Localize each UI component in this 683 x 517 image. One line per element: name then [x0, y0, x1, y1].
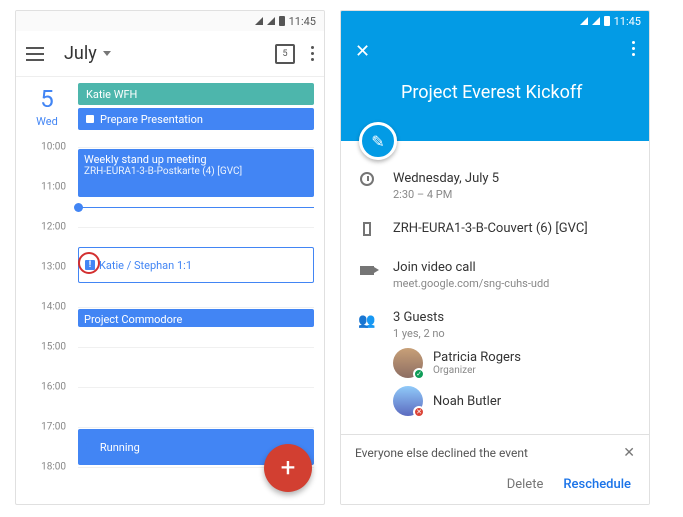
now-indicator-line — [78, 207, 314, 208]
room-text: ZRH-EURA1-3-B-Couvert (6) [GVC] — [393, 221, 633, 240]
allday-events: Katie WFH Prepare Presentation — [78, 83, 324, 133]
more-options-icon[interactable] — [632, 41, 635, 62]
signal-icon — [580, 17, 588, 25]
menu-icon[interactable] — [26, 47, 44, 61]
event-standup[interactable]: Weekly stand up meeting ZRH-EURA1-3-B-Po… — [78, 149, 314, 197]
event-one-on-one[interactable]: ! Katie / Stephan 1:1 — [78, 247, 314, 283]
month-label: July — [64, 43, 97, 64]
allday-event[interactable]: Katie WFH — [78, 83, 314, 105]
status-badge-declined: ✕ — [413, 406, 425, 418]
now-indicator-dot — [74, 203, 83, 212]
month-picker[interactable]: July — [64, 43, 111, 64]
room-icon — [363, 222, 371, 236]
footer: Everyone else declined the event ✕ Delet… — [341, 434, 649, 504]
pencil-icon: ✎ — [371, 132, 384, 151]
reschedule-button[interactable]: Reschedule — [563, 477, 631, 492]
event-detail-view: 11:45 ✕ Project Everest Kickoff ✎ Wednes… — [340, 10, 650, 505]
battery-icon — [279, 16, 285, 26]
status-bar: 11:45 — [341, 11, 649, 31]
guest-name: Noah Butler — [433, 394, 501, 409]
people-icon: 👥 — [358, 313, 375, 329]
wifi-icon — [267, 17, 275, 25]
event-title: Running — [100, 441, 140, 454]
plus-icon: + — [281, 453, 296, 483]
guest-row[interactable]: ✕ Noah Butler — [393, 386, 633, 416]
guest-name: Patricia Rogers — [433, 350, 521, 365]
delete-button[interactable]: Delete — [507, 477, 544, 492]
more-options-icon[interactable] — [311, 46, 314, 61]
video-icon — [360, 266, 374, 275]
create-event-fab[interactable]: + — [264, 444, 312, 492]
detail-guests[interactable]: 👥 3 Guests 1 yes, 2 no — [357, 310, 633, 340]
status-bar: 11:45 — [16, 11, 324, 31]
clock-text: 11:45 — [614, 15, 641, 28]
event-location: ZRH-EURA1-3-B-Postkarte (4) [GVC] — [84, 166, 308, 177]
presentation-icon — [86, 115, 94, 123]
signal-icon — [255, 17, 263, 25]
video-url: meet.google.com/sng-cuhs-udd — [393, 277, 633, 290]
day-number: 5 — [16, 85, 78, 113]
clock-icon — [360, 172, 374, 186]
guest-role: Organizer — [433, 365, 521, 376]
event-time: 2:30 – 4 PM — [393, 188, 633, 201]
detail-room[interactable]: ZRH-EURA1-3-B-Couvert (6) [GVC] — [357, 221, 633, 240]
detail-video[interactable]: Join video call meet.google.com/sng-cuhs… — [357, 260, 633, 290]
decline-notice: Everyone else declined the event ✕ — [341, 435, 649, 471]
avatar: ✓ — [393, 348, 423, 378]
event-date: Wednesday, July 5 — [393, 171, 633, 186]
dismiss-notice-button[interactable]: ✕ — [623, 445, 635, 461]
event-title: Project Everest Kickoff — [341, 72, 649, 103]
event-title: Katie / Stephan 1:1 — [99, 259, 192, 272]
today-button[interactable]: 5 — [275, 44, 295, 64]
allday-event[interactable]: Prepare Presentation — [78, 108, 314, 130]
guest-row[interactable]: ✓ Patricia Rogers Organizer — [393, 348, 633, 378]
battery-icon — [604, 16, 610, 26]
flag-icon: ⚑ — [84, 441, 94, 454]
event-title: Weekly stand up meeting — [84, 153, 308, 166]
video-label: Join video call — [393, 260, 633, 275]
timeline[interactable]: 10:00 11:00 12:00 13:00 14:00 15:00 16:0… — [16, 137, 324, 497]
guests-status: 1 yes, 2 no — [393, 327, 633, 340]
chevron-down-icon — [103, 51, 111, 56]
detail-time: Wednesday, July 5 2:30 – 4 PM — [357, 171, 633, 201]
event-title: Project Commodore — [84, 313, 182, 326]
event-details: Wednesday, July 5 2:30 – 4 PM ZRH-EURA1-… — [341, 141, 649, 416]
edit-event-fab[interactable]: ✎ — [359, 122, 397, 160]
annotation-circle — [78, 252, 100, 274]
day-label: 5 Wed — [16, 83, 78, 133]
event-commodore[interactable]: Project Commodore — [78, 309, 314, 327]
notice-text: Everyone else declined the event — [355, 446, 528, 460]
close-button[interactable]: ✕ — [355, 41, 370, 62]
wifi-icon — [592, 17, 600, 25]
status-badge-accepted: ✓ — [413, 368, 425, 380]
day-name: Wed — [16, 115, 78, 128]
event-header: ✕ Project Everest Kickoff ✎ — [341, 31, 649, 141]
avatar: ✕ — [393, 386, 423, 416]
calendar-header: July 5 — [16, 31, 324, 77]
guests-count: 3 Guests — [393, 310, 633, 325]
calendar-day-view: 11:45 July 5 5 Wed Katie WFH Prepare Pre… — [15, 10, 325, 505]
events-column: Weekly stand up meeting ZRH-EURA1-3-B-Po… — [78, 137, 314, 497]
clock-text: 11:45 — [289, 15, 316, 28]
day-header-row: 5 Wed Katie WFH Prepare Presentation — [16, 77, 324, 133]
